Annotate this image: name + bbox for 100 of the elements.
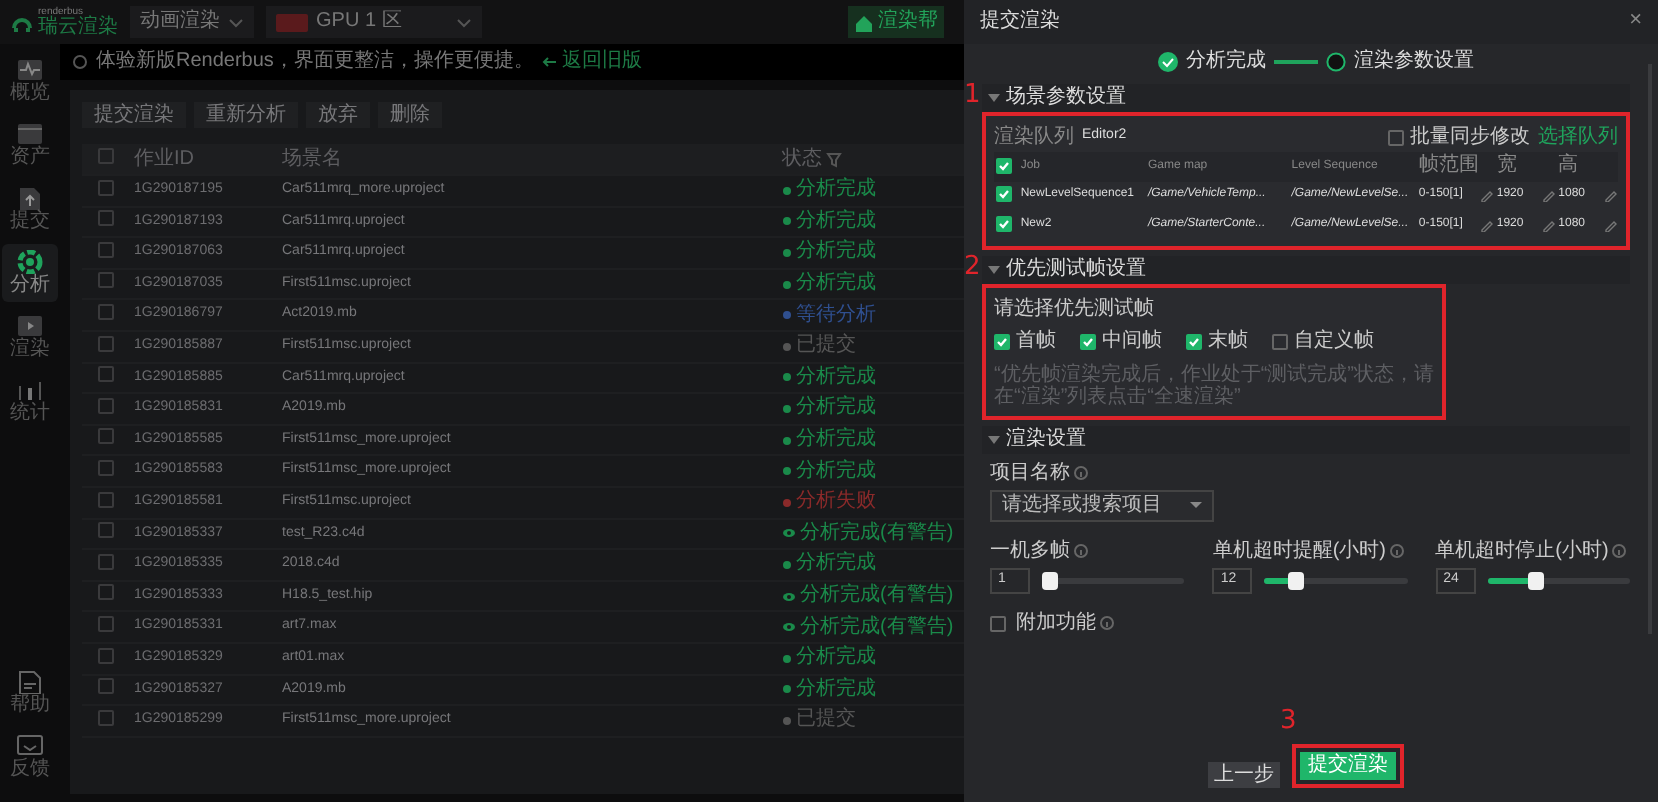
- info-icon: [1074, 544, 1088, 558]
- zone-dropdown[interactable]: GPU 1 区: [266, 6, 482, 38]
- checkbox[interactable]: [98, 179, 114, 196]
- status-dot: [782, 715, 792, 726]
- sidebar-item[interactable]: 资产: [2, 116, 58, 174]
- status-text: 分析完成: [796, 209, 876, 234]
- checkbox[interactable]: [98, 397, 114, 414]
- status-dot: [782, 247, 792, 258]
- sidebar-item[interactable]: 统计: [2, 372, 58, 430]
- checkbox[interactable]: [98, 335, 114, 352]
- caret-icon: [456, 17, 472, 27]
- status-text: 分析完成(有警告): [800, 521, 954, 546]
- checkbox[interactable]: [98, 272, 114, 289]
- caret-icon: [1190, 502, 1202, 508]
- status-text: 分析失败: [796, 490, 876, 515]
- render-type-dropdown[interactable]: 动画渲染: [130, 6, 254, 38]
- section-title: 渲染设置: [1006, 427, 1086, 451]
- info-icon: [1100, 616, 1114, 630]
- field-label: 单机超时停止(小时): [1435, 539, 1609, 563]
- house-icon: [854, 13, 874, 31]
- checkbox[interactable]: [98, 210, 114, 227]
- status-dot: [782, 372, 792, 383]
- checkbox[interactable]: [1186, 333, 1202, 349]
- annotation-number: 1: [964, 82, 981, 108]
- status-dot: [782, 341, 792, 352]
- caret-icon[interactable]: [988, 435, 1000, 443]
- column-header: 场景名: [282, 147, 342, 169]
- checkbox[interactable]: [98, 303, 114, 320]
- checkbox[interactable]: [98, 522, 114, 539]
- sidebar-item[interactable]: 概览: [2, 52, 58, 110]
- status-text: 分析完成(有警告): [800, 584, 954, 609]
- checkbox[interactable]: [98, 678, 114, 695]
- checkbox[interactable]: [996, 186, 1012, 203]
- submit-button[interactable]: 提交渲染: [1300, 752, 1396, 780]
- filter-icon[interactable]: [826, 151, 842, 167]
- column-header: 宽: [1496, 154, 1517, 177]
- checkbox[interactable]: [98, 647, 114, 663]
- sidebar-item[interactable]: 帮助: [2, 664, 58, 722]
- checkbox[interactable]: [1080, 333, 1096, 349]
- status-dot: [782, 684, 792, 695]
- column-header: 高: [1558, 154, 1579, 177]
- sidebar-item[interactable]: 渲染: [2, 308, 58, 366]
- checkbox[interactable]: [98, 366, 114, 383]
- header-button[interactable]: 渲染帮: [848, 6, 944, 38]
- checkbox[interactable]: [98, 553, 114, 570]
- checkbox[interactable]: [990, 615, 1006, 631]
- checkbox[interactable]: [996, 157, 1012, 174]
- annotation-number: 2: [964, 253, 981, 279]
- caret-icon[interactable]: [988, 265, 1000, 273]
- checkbox[interactable]: [98, 584, 114, 601]
- pulse-icon: [16, 58, 44, 82]
- warning-icon: [782, 591, 796, 602]
- checkbox[interactable]: [98, 709, 114, 726]
- status-dot: [782, 216, 792, 227]
- select-queue-link[interactable]: 选择队列: [1538, 125, 1618, 149]
- folder-icon: [16, 122, 44, 146]
- warning-icon: [782, 622, 796, 633]
- sidebar-item[interactable]: 分析: [2, 244, 58, 302]
- back-arrow-icon: [541, 54, 558, 70]
- slider-thumb[interactable]: [1288, 571, 1305, 589]
- slider-thumb[interactable]: [1041, 571, 1058, 589]
- old-version-link[interactable]: 返回旧版: [541, 50, 642, 74]
- checkbox[interactable]: [98, 147, 114, 164]
- checkbox[interactable]: [994, 333, 1010, 349]
- status-dot: [782, 435, 792, 446]
- checkbox[interactable]: [98, 241, 114, 258]
- checkbox[interactable]: [996, 215, 1012, 232]
- status-text: 分析完成: [796, 428, 876, 453]
- caret-icon[interactable]: [988, 94, 1000, 102]
- status-text: 分析完成: [796, 365, 876, 390]
- checkbox-label: 首帧: [1016, 329, 1056, 353]
- dialog-title: 提交渲染: [980, 10, 1060, 34]
- checkbox[interactable]: [98, 428, 114, 445]
- column-header: 作业ID: [134, 147, 194, 169]
- step-label: 分析完成: [1186, 49, 1266, 73]
- status-text: 分析完成: [796, 552, 876, 577]
- checkbox[interactable]: [1272, 333, 1288, 349]
- checkbox[interactable]: [1388, 129, 1404, 145]
- back-button[interactable]: 上一步: [1208, 762, 1280, 788]
- close-button[interactable]: ×: [1629, 8, 1642, 36]
- play-icon: [16, 314, 44, 338]
- sidebar-item[interactable]: 反馈: [2, 728, 58, 786]
- column-header: 帧范围: [1418, 154, 1479, 177]
- logo-text: 瑞云渲染: [38, 17, 118, 37]
- checkbox[interactable]: [98, 615, 114, 632]
- info-icon: [72, 54, 88, 70]
- document-icon: [16, 670, 44, 694]
- checkbox[interactable]: [98, 491, 114, 508]
- checkbox-label: 中间帧: [1102, 329, 1162, 353]
- sidebar-item[interactable]: 提交: [2, 180, 58, 238]
- banner-text: 体验新版Renderbus，界面更整洁，操作更便捷。: [96, 50, 534, 74]
- column-header: 状态: [782, 147, 822, 171]
- status-text: 分析完成: [796, 272, 876, 297]
- info-icon: [1612, 544, 1627, 558]
- checkbox[interactable]: [98, 459, 114, 476]
- status-text: 分析完成: [796, 396, 876, 421]
- caret-icon: [228, 17, 244, 27]
- slider-thumb[interactable]: [1527, 571, 1544, 589]
- checkbox-label: 自定义帧: [1294, 329, 1374, 353]
- project-select[interactable]: 请选择或搜索项目: [990, 489, 1214, 521]
